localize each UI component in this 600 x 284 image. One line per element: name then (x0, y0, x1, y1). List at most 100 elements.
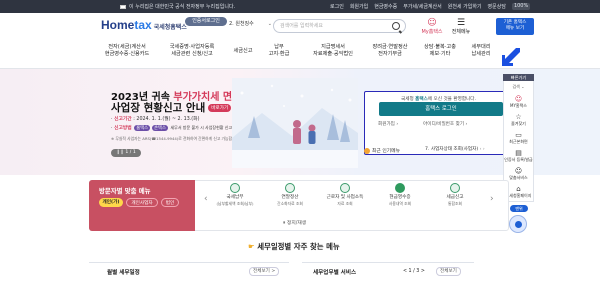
visitor-item-payment[interactable]: 국세납부 (납부할세액 조회/납부) (213, 183, 257, 207)
quick-search-select[interactable]: 검색 ⌄ (504, 84, 533, 89)
hometax-login-button[interactable]: 홈택스 로그인 (379, 102, 503, 116)
gnb-incentive-l1: 장려금·연말정산 (372, 44, 408, 50)
visitor-item-return[interactable]: 세금신고 통합조회 (433, 183, 477, 207)
banner-subtitle-text: 사업장 현황신고 안내 (111, 102, 206, 114)
quick-item-custom-label: 맞춤서비스 (509, 175, 528, 180)
quick-item-nts-label: 국세청홈페이지 (505, 193, 532, 198)
logo-home-text: Home (101, 18, 135, 32)
gnb-statement[interactable]: 지급명세서 자료제출·공익법인 (302, 44, 364, 58)
legacy-menu-label-2: 메뉴 보기 (505, 26, 525, 31)
all-menu-label: 전체메뉴 (451, 29, 471, 35)
income-icon (340, 183, 350, 193)
flag-icon (120, 4, 126, 9)
popular-menu-current[interactable]: 7. 사업자상태 조회(사업자) ‹ › (425, 145, 509, 154)
visitor-item-year-end-l2: 간소화자료 조회 (277, 201, 303, 206)
quick-item-cert[interactable]: ▤ 인증서 등록/발급 (504, 149, 533, 162)
top-link-receipt[interactable]: 현금영수증 (374, 3, 397, 10)
gnb-agent[interactable]: 세무대리 납세관리 (466, 44, 496, 58)
faq-section-title: ☛ 세무일정별 자주 찾는 메뉴 (248, 241, 340, 252)
top-link-vat[interactable]: 부가세/세금계산서 (403, 3, 442, 10)
divider-left (89, 262, 289, 263)
visitor-item-return-l2: 통합조회 (448, 201, 462, 206)
hamburger-icon: ☰ (456, 18, 466, 28)
pointing-hand-icon: ☛ (248, 242, 255, 251)
receipt-icon (395, 183, 405, 193)
visitor-menu-title: 방문자별 맞춤 메뉴 (99, 187, 151, 195)
top-link-english[interactable]: 영문상담 (488, 3, 506, 10)
method-chip-hometax: 홈택스 (134, 125, 151, 131)
chevron-down-icon: ⌄ (267, 20, 272, 27)
quick-item-recent[interactable]: ▭ 최근본화면 (504, 131, 533, 144)
gnb-agent-l1: 세무대리 (471, 44, 491, 50)
carousel-pause-button[interactable]: ⏸ 정지/재생 (283, 219, 306, 226)
chevron-right-icon: › (396, 122, 399, 127)
legacy-menu-button[interactable]: 기존 홈택스 메뉴 보기 (496, 18, 534, 35)
quick-item-favorite[interactable]: ☆ 즐겨찾기 (504, 113, 533, 126)
service-by-task-title: 세무업무별 서비스 (313, 270, 357, 276)
gnb-agent-l2: 납세관리 (471, 51, 491, 57)
tab-individual[interactable]: 개인(가) (99, 198, 123, 207)
quick-item-favorite-label: 즐겨찾기 (511, 121, 526, 126)
star-icon: ☆ (515, 113, 522, 121)
hometax-logo[interactable]: Hometax 국세청홈택스 (101, 18, 187, 32)
banner-pager[interactable]: ❙❙ 1 / 1 (111, 149, 141, 157)
recent-screen-icon: ▭ (515, 131, 522, 139)
gnb-e-invoice-l1: 전자(세금)계산서 (108, 44, 146, 50)
find-account-link[interactable]: 아이디/비밀번호 찾기 › (423, 121, 467, 127)
top-link-signup[interactable]: 회원가입 (350, 3, 368, 10)
gnb-consult-l2: 제보·기타 (429, 51, 451, 57)
next-arrow-icon[interactable]: › (490, 194, 494, 204)
my-hometax-label: My홈택스 (421, 29, 443, 35)
quick-item-custom[interactable]: ☺ 맞춤서비스 (504, 167, 533, 180)
all-menu-button[interactable]: ☰ 전체메뉴 (448, 18, 474, 35)
dept-select[interactable]: 2. 원천징수 ⌄ (229, 20, 272, 28)
period-label: 신고기간 (114, 117, 132, 122)
scroll-top-button[interactable]: 맨위 (510, 205, 528, 212)
popular-menu[interactable]: 최근 인기메뉴 (364, 147, 400, 154)
find-account-label: 아이디/비밀번호 찾기 (423, 122, 465, 127)
gnb-incentive-l2: 전자기부금 (378, 51, 402, 57)
visitor-item-receipt[interactable]: 현금영수증 사용내역 조회 (378, 183, 422, 207)
quick-item-my-label: MY홈택스 (510, 103, 527, 108)
search-input[interactable]: 검색어를 입력하세요 (273, 19, 406, 33)
payment-icon (230, 183, 240, 193)
my-hometax-button[interactable]: ☺ My홈택스 (419, 18, 445, 35)
top-link-login[interactable]: 로그인 (330, 3, 344, 10)
visitor-item-year-end[interactable]: 연말정산 간소화자료 조회 (268, 183, 312, 207)
method-label: 신고방법 (114, 126, 132, 131)
quick-search-label: 검색 (512, 84, 520, 89)
search-icon[interactable] (392, 22, 400, 30)
signup-link[interactable]: 회원가입 › (378, 121, 398, 127)
pointer-arrow-icon (502, 48, 520, 66)
visitor-item-income[interactable]: 근로자 및 사업소득 자료 조회 (323, 183, 367, 207)
people-icon: ☺ (514, 167, 523, 175)
divider-right (302, 262, 474, 263)
banner-pager-value: 1 / 1 (125, 150, 136, 155)
visitor-item-income-l2: 자료 조회 (337, 201, 353, 206)
service-more[interactable]: 전체보기 (436, 267, 461, 276)
banner-subtitle: 사업장 현황신고 안내 바로가기 (111, 100, 232, 115)
gnb-incentive[interactable]: 장려금·연말정산 전자기부금 (364, 44, 416, 58)
gnb-payment[interactable]: 납부 고지·환급 (262, 44, 296, 58)
tab-sole-proprietor[interactable]: 개인사업자 (126, 198, 158, 207)
gnb-consult[interactable]: 상담·불복·고충 제보·기타 (418, 44, 462, 58)
monthly-schedule-title: 월별 세무일정 (107, 270, 140, 276)
gov-notice: 이 누리집은 대한민국 공식 전자정부 누리집입니다. (129, 4, 236, 10)
winter-scene-illustration (232, 78, 358, 168)
quick-item-my[interactable]: ☺ MY홈택스 (504, 95, 533, 108)
monthly-schedule-more[interactable]: 전체보기 > (249, 267, 280, 276)
gnb-e-invoice[interactable]: 전자(세금)계산서 현금영수증·신용카드 (96, 44, 158, 58)
banner-shortcut-tag[interactable]: 바로가기 (208, 104, 232, 112)
gnb-e-invoice-l2: 현금영수증·신용카드 (104, 51, 150, 57)
gnb-tax-return[interactable]: 세금신고 (226, 48, 260, 55)
prev-arrow-icon[interactable]: ‹ (204, 194, 208, 204)
cert-login-pill[interactable]: 인증서로그인 (185, 17, 227, 26)
gnb-statement-l1: 지급명세서 (321, 44, 345, 50)
chatbot-icon[interactable] (509, 215, 527, 233)
zoom-level[interactable]: 100% (511, 3, 531, 10)
tab-corporation[interactable]: 법인 (161, 198, 179, 207)
service-pager[interactable]: < 1 / 3 > (403, 269, 425, 274)
gnb-certificate[interactable]: 국세증명·사업자등록 세금관련 신청/신고 (162, 44, 222, 58)
user-icon: ☺ (514, 95, 523, 103)
top-link-join[interactable]: 원천세 가입하기 (448, 3, 482, 10)
